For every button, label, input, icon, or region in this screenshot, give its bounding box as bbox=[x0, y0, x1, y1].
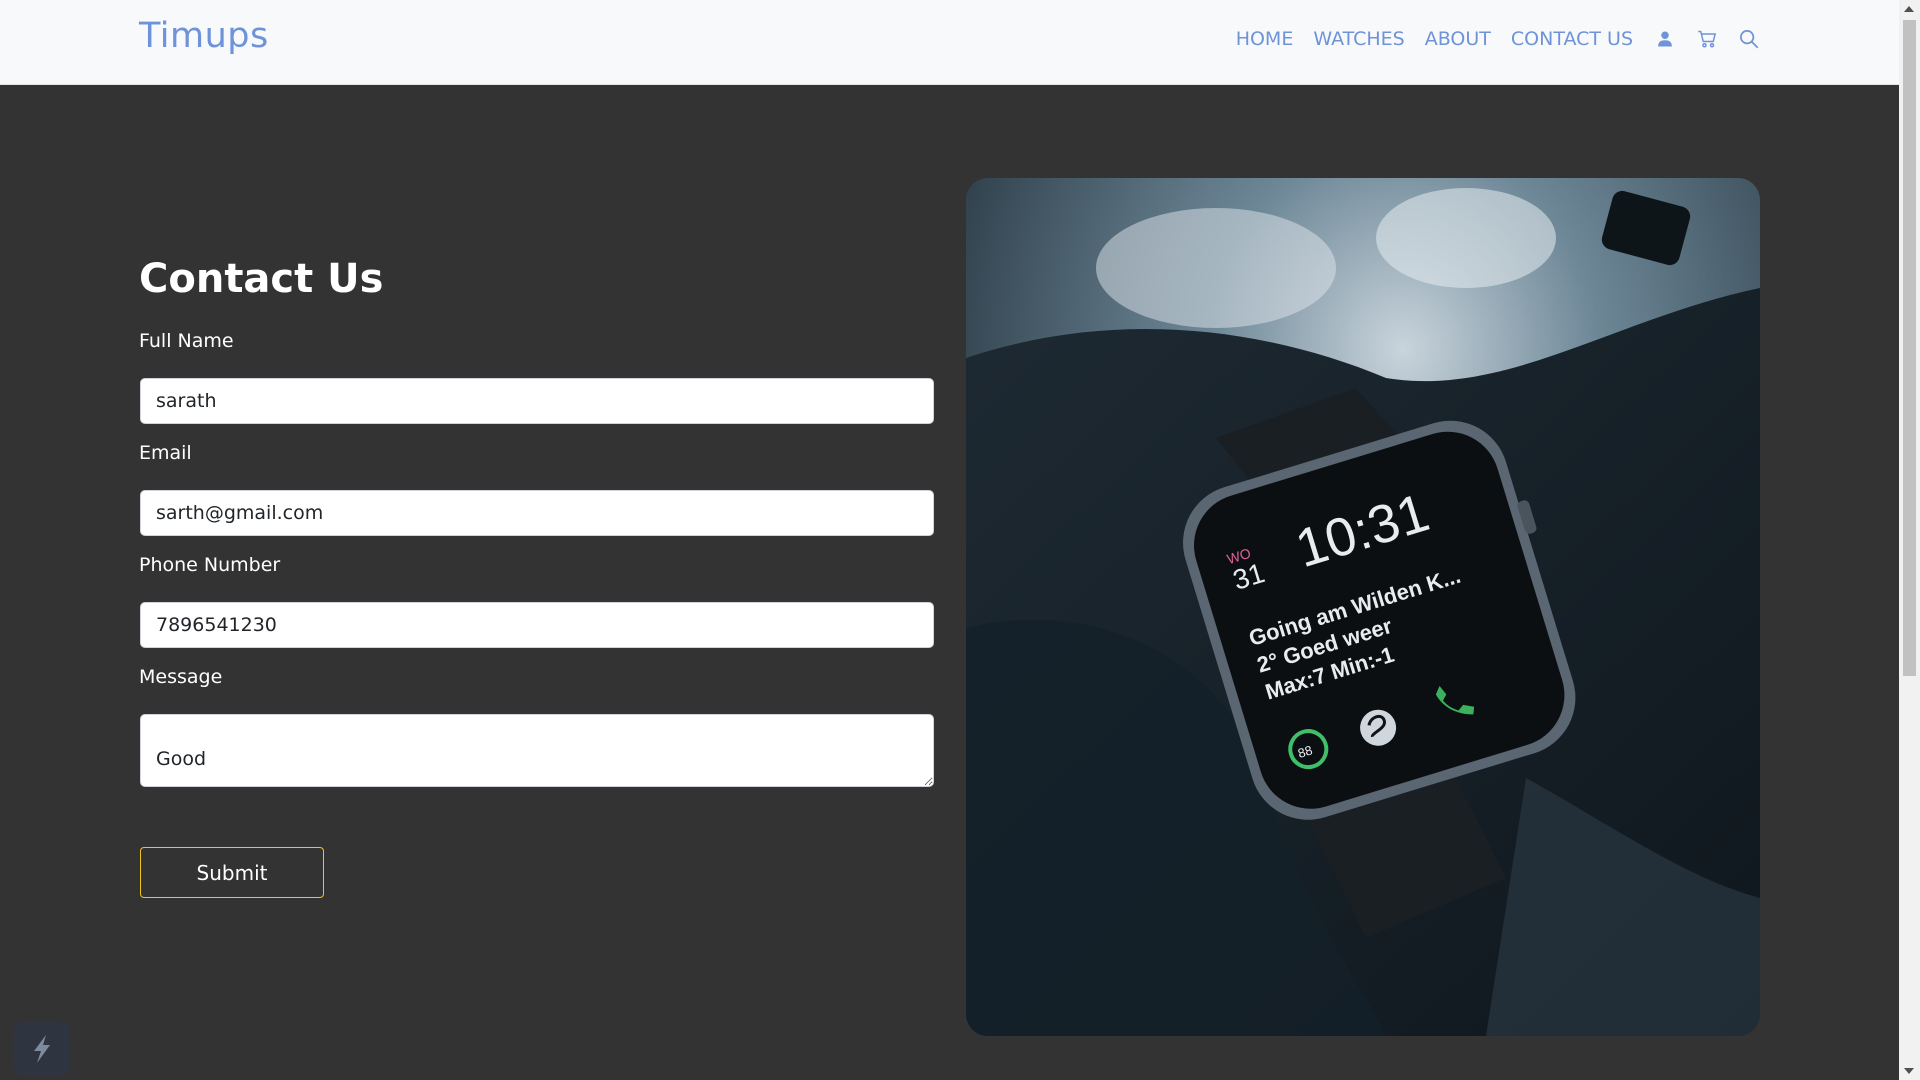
message-label: Message bbox=[139, 666, 223, 688]
search-icon[interactable] bbox=[1739, 29, 1759, 49]
phone-number-label: Phone Number bbox=[139, 554, 281, 576]
full-name-input[interactable] bbox=[140, 378, 934, 424]
email-label: Email bbox=[139, 442, 192, 464]
phone-number-input[interactable] bbox=[140, 602, 934, 648]
scroll-down-icon[interactable] bbox=[1904, 1068, 1914, 1074]
full-name-label: Full Name bbox=[139, 330, 234, 352]
brand-logo[interactable]: Timups bbox=[139, 16, 269, 56]
message-textarea[interactable]: Good bbox=[140, 714, 934, 787]
nav-watches[interactable]: WATCHES bbox=[1313, 28, 1404, 50]
smartwatch-photo: WO 31 10:31 Going am Wilden K... 2° Goed… bbox=[966, 178, 1760, 1036]
email-input[interactable] bbox=[140, 490, 934, 536]
nav-menu: HOME WATCHES ABOUT CONTACT US bbox=[1216, 28, 1759, 50]
page: Timups HOME WATCHES ABOUT CONTACT US Con… bbox=[0, 0, 1899, 1080]
cart-icon[interactable] bbox=[1697, 29, 1717, 49]
page-title: Contact Us bbox=[139, 256, 384, 302]
scrollbar[interactable] bbox=[1899, 0, 1920, 1080]
lightning-icon bbox=[34, 1035, 50, 1063]
user-icon[interactable] bbox=[1655, 29, 1675, 49]
scroll-up-icon[interactable] bbox=[1904, 6, 1914, 12]
nav-about[interactable]: ABOUT bbox=[1425, 28, 1491, 50]
submit-button[interactable]: Submit bbox=[140, 847, 324, 898]
nav-contact-us[interactable]: CONTACT US bbox=[1511, 28, 1633, 50]
navbar: Timups HOME WATCHES ABOUT CONTACT US bbox=[0, 0, 1899, 85]
floating-widget[interactable] bbox=[14, 1022, 70, 1076]
scroll-thumb[interactable] bbox=[1903, 20, 1916, 676]
nav-home[interactable]: HOME bbox=[1236, 28, 1294, 50]
